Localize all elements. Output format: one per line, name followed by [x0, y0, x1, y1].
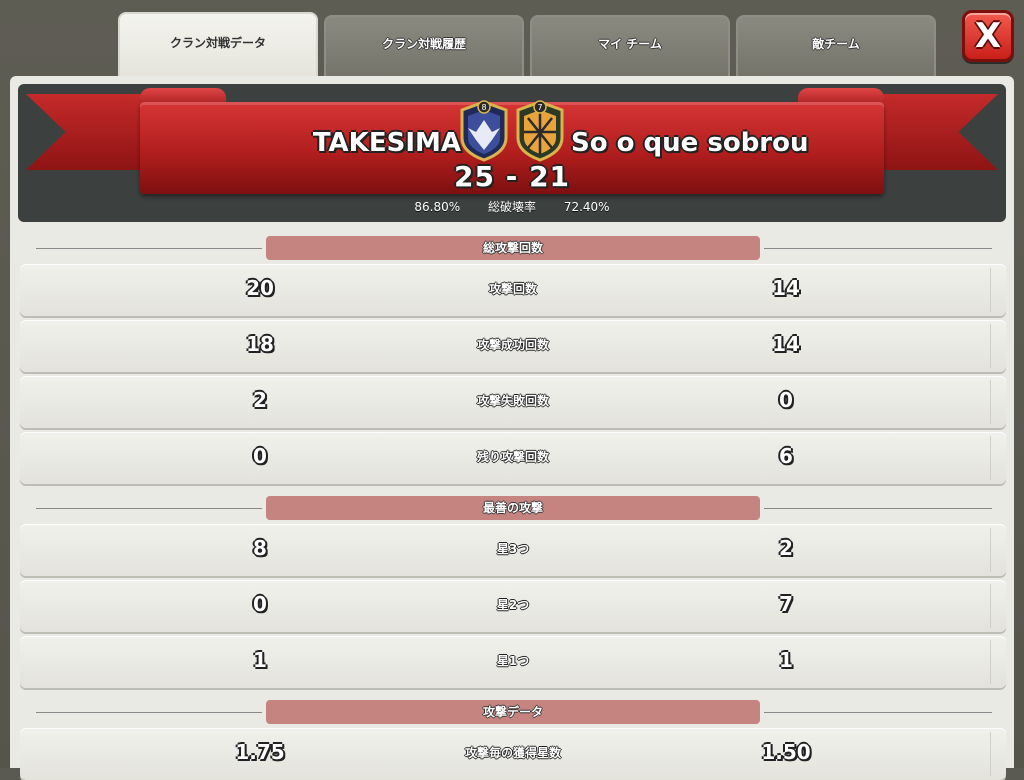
my-value: 20 [246, 276, 274, 300]
my-value: 0 [253, 444, 267, 468]
stat-row: 0 星2つ 7 [20, 580, 1006, 632]
war-header: TAKESIMA So o que sobrou 8 7 25 - 21 86.… [18, 84, 1006, 222]
score-left: 25 [453, 160, 495, 193]
stat-row: 18 攻撃成功回数 14 [20, 320, 1006, 372]
enemy-destruction: 72.40% [563, 200, 610, 214]
stat-row: 0 残り攻撃回数 6 [20, 432, 1006, 484]
section-header-data: 攻撃データ [10, 700, 1014, 724]
divider-line [764, 508, 992, 509]
divider-line [764, 248, 992, 249]
stat-row: 20 攻撃回数 14 [20, 264, 1006, 316]
divider-line [36, 508, 262, 509]
enemy-value: 1.50 [761, 740, 811, 764]
my-value: 1 [253, 648, 267, 672]
enemy-clan-badge-icon[interactable]: 7 [512, 100, 568, 162]
my-clan-name: TAKESIMA [312, 128, 461, 158]
stat-label: 攻撃毎の獲得星数 [464, 746, 561, 760]
row-edge [990, 380, 1006, 424]
tab-war-log[interactable]: クラン対戦履歴 [324, 15, 524, 79]
enemy-value: 0 [779, 388, 793, 412]
section-title: 攻撃データ [266, 700, 760, 724]
stat-label: 星2つ [496, 598, 530, 612]
stat-label: 攻撃失敗回数 [476, 394, 549, 408]
my-value: 18 [246, 332, 274, 356]
enemy-value: 7 [779, 592, 793, 616]
section-title: 最善の攻撃 [266, 496, 760, 520]
my-value: 1.75 [235, 740, 285, 764]
my-badge-level: 8 [481, 103, 486, 112]
divider-line [764, 712, 992, 713]
tab-enemy-team[interactable]: 敵チーム [736, 15, 936, 79]
divider-line [36, 248, 262, 249]
tab-my-team[interactable]: マイ チーム [530, 15, 730, 79]
stat-row: 2 攻撃失敗回数 0 [20, 376, 1006, 428]
row-edge [990, 324, 1006, 368]
stat-label: 星3つ [496, 542, 530, 556]
close-icon: X [974, 16, 1002, 56]
my-destruction: 86.80% [414, 200, 461, 214]
row-edge [990, 640, 1006, 684]
enemy-value: 14 [772, 276, 800, 300]
divider-line [36, 712, 262, 713]
close-button[interactable]: X [962, 10, 1014, 62]
row-edge [990, 732, 1006, 776]
enemy-badge-level: 7 [537, 103, 542, 112]
section-header-best: 最善の攻撃 [10, 496, 1014, 520]
section-header-attacks: 総攻撃回数 [10, 236, 1014, 260]
stat-label: 攻撃回数 [488, 282, 537, 296]
enemy-value: 14 [772, 332, 800, 356]
stat-label: 星1つ [496, 654, 530, 668]
stat-row: 8 星3つ 2 [20, 524, 1006, 576]
war-stats-window: クラン対戦データ クラン対戦履歴 マイ チーム 敵チーム X TAKESIMA … [0, 0, 1024, 780]
stat-label: 残り攻撃回数 [476, 450, 549, 464]
destruction-rate: 86.80% 総破壊率 72.40% [18, 198, 1006, 215]
score-right: 21 [529, 160, 571, 193]
enemy-value: 1 [779, 648, 793, 672]
war-score: 25 - 21 [412, 160, 612, 193]
enemy-value: 6 [779, 444, 793, 468]
stat-row: 1.75 攻撃毎の獲得星数 1.50 [20, 728, 1006, 780]
row-edge [990, 268, 1006, 312]
score-separator: - [505, 160, 519, 193]
enemy-value: 2 [779, 536, 793, 560]
destruction-label: 総破壊率 [487, 200, 536, 214]
my-value: 0 [253, 592, 267, 616]
section-title: 総攻撃回数 [266, 236, 760, 260]
stat-row: 1 星1つ 1 [20, 636, 1006, 688]
my-clan-badge-icon[interactable]: 8 [456, 100, 512, 162]
my-value: 8 [253, 536, 267, 560]
stat-label: 攻撃成功回数 [476, 338, 549, 352]
row-edge [990, 584, 1006, 628]
my-value: 2 [253, 388, 267, 412]
tab-war-data[interactable]: クラン対戦データ [118, 12, 318, 80]
enemy-clan-name: So o que sobrou [571, 128, 809, 158]
content-panel: TAKESIMA So o que sobrou 8 7 25 - 21 86.… [10, 76, 1014, 780]
row-edge [990, 528, 1006, 572]
row-edge [990, 436, 1006, 480]
